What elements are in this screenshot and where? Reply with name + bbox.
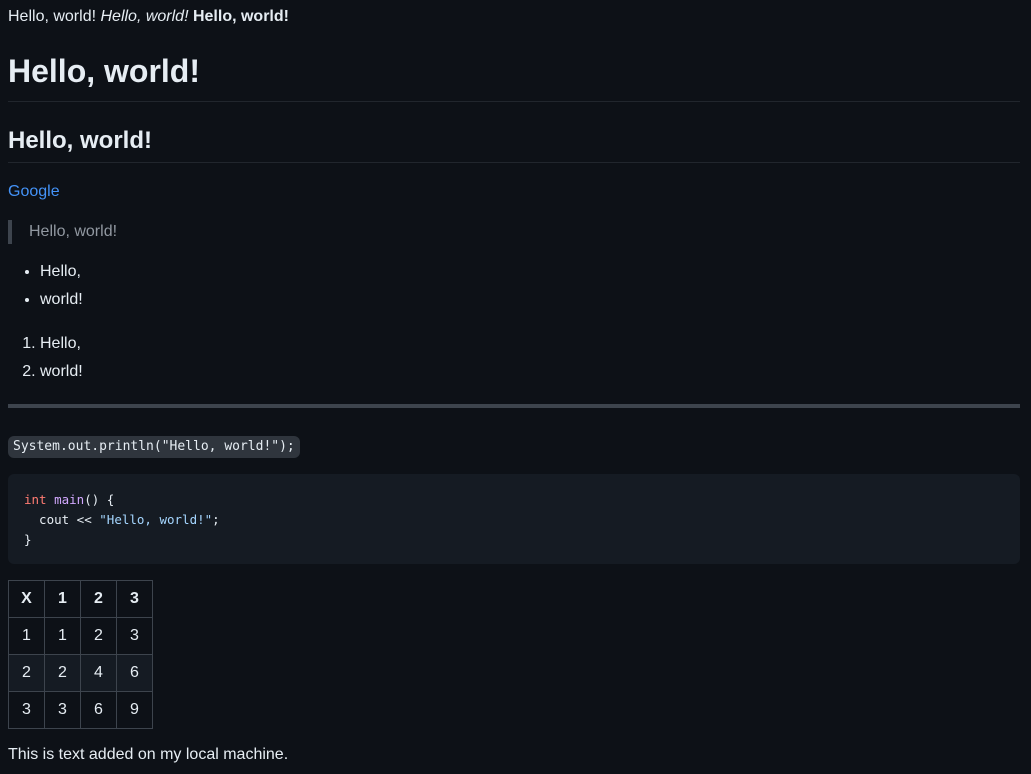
code-block: int main() { cout << "Hello, world!"; }: [8, 474, 1020, 564]
table-cell: 3: [44, 691, 81, 729]
list-item: Hello,: [40, 332, 1020, 360]
table-cell: 6: [80, 691, 117, 729]
inline-code: System.out.println("Hello, world!");: [8, 436, 300, 458]
multiplication-table: X 1 2 3 1 1 2 3 2 2 4 6 3 3 6 9: [8, 580, 153, 729]
table-header-cell: 3: [116, 580, 153, 618]
table-header-cell: 1: [44, 580, 81, 618]
heading-2: Hello, world!: [8, 126, 1020, 163]
table-header-cell: 2: [80, 580, 117, 618]
table-cell: 2: [8, 654, 45, 692]
code-text: ;: [212, 512, 220, 527]
google-link[interactable]: Google: [8, 183, 60, 200]
ordered-list: Hello, world!: [8, 332, 1020, 388]
keyword: int: [24, 492, 47, 507]
list-item: Hello,: [40, 260, 1020, 288]
code-text: () {: [84, 492, 115, 507]
heading-1: Hello, world!: [8, 51, 1020, 102]
string-literal: "Hello, world!": [99, 512, 213, 527]
table-row: 2 2 4 6: [8, 654, 153, 692]
code-text: cout <<: [24, 512, 100, 527]
table-cell: 2: [80, 617, 117, 655]
table-cell: 1: [8, 617, 45, 655]
footer-text: This is text added on my local machine.: [8, 746, 289, 763]
table-cell: 3: [8, 691, 45, 729]
table-cell: 3: [116, 617, 153, 655]
table-cell: 2: [44, 654, 81, 692]
table-header-row: X 1 2 3: [8, 580, 153, 618]
code-text: }: [24, 532, 32, 547]
link-paragraph: Google: [8, 180, 1020, 204]
bold-text: Hello, world!: [192, 8, 289, 25]
table-cell: 1: [44, 617, 81, 655]
blockquote: Hello, world!: [8, 220, 1020, 244]
table-row: 3 3 6 9: [8, 691, 153, 729]
italic-text: Hello, world!: [100, 8, 189, 25]
table-header-cell: X: [8, 580, 45, 618]
function-name: main: [54, 492, 85, 507]
inline-formatting-line: Hello, world! Hello, world! Hello, world…: [8, 5, 1020, 29]
table-row: 1 1 2 3: [8, 617, 153, 655]
table-cell: 9: [116, 691, 153, 729]
list-item: world!: [40, 360, 1020, 388]
list-item: world!: [40, 288, 1020, 316]
table-cell: 6: [116, 654, 153, 692]
markdown-body: Hello, world! Hello, world! Hello, world…: [8, 5, 1020, 767]
table-cell: 4: [80, 654, 117, 692]
unordered-list: Hello, world!: [8, 260, 1020, 316]
plain-text: Hello, world!: [8, 8, 97, 25]
